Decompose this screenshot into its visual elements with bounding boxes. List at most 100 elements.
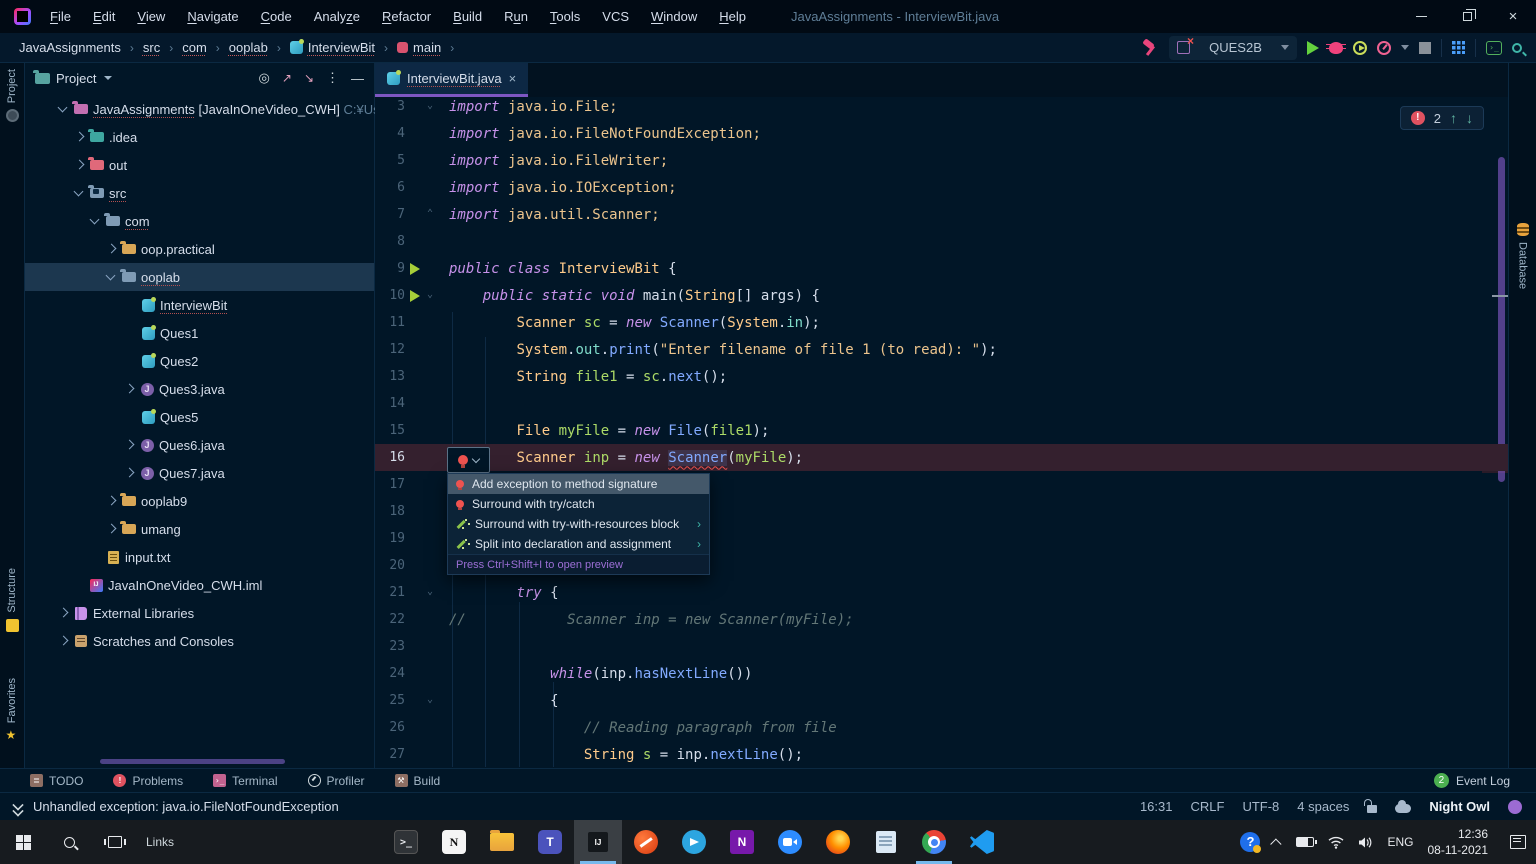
- tray-expand-chevron-icon[interactable]: [1271, 838, 1282, 849]
- chevron-collapsed-icon[interactable]: [122, 382, 136, 396]
- chevron-collapsed-icon[interactable]: [122, 438, 136, 452]
- menu-item-view[interactable]: View: [128, 6, 174, 27]
- menu-item-help[interactable]: Help: [710, 6, 755, 27]
- tool-stripe-structure[interactable]: Structure: [0, 568, 24, 632]
- tree-item-input-txt[interactable]: input.txt: [25, 543, 374, 571]
- code-line-4[interactable]: 4import java.io.FileNotFoundException;: [375, 120, 1508, 147]
- run-configuration-select[interactable]: QUES2B: [1169, 36, 1297, 60]
- line-number[interactable]: 4: [375, 126, 405, 141]
- tree-horizontal-scrollbar[interactable]: [100, 759, 285, 764]
- tool-windows-grid-icon[interactable]: [1452, 41, 1465, 54]
- code-line-13[interactable]: 13 String file1 = sc.next();: [375, 363, 1508, 390]
- profiler-chevron-icon[interactable]: [1401, 45, 1409, 50]
- help-tray-icon[interactable]: ?: [1240, 832, 1260, 852]
- intention-bulb-button[interactable]: [447, 447, 490, 473]
- tree-item-external-libraries[interactable]: External Libraries: [25, 599, 374, 627]
- menu-item-refactor[interactable]: Refactor: [373, 6, 440, 27]
- tree-item-oop-practical[interactable]: oop.practical: [25, 235, 374, 263]
- taskbar-app-intellij[interactable]: IJ: [574, 820, 622, 864]
- breadcrumb-item-interviewbit[interactable]: InterviewBit: [287, 38, 378, 57]
- line-number[interactable]: 11: [375, 315, 405, 330]
- hide-panel-icon[interactable]: —: [351, 71, 364, 86]
- intention-item[interactable]: Split into declaration and assignment›: [448, 534, 709, 554]
- close-tab-icon[interactable]: ×: [509, 71, 517, 86]
- line-separator[interactable]: CRLF: [1190, 799, 1224, 814]
- tree-item-src[interactable]: src: [25, 179, 374, 207]
- chevron-collapsed-icon[interactable]: [72, 130, 86, 144]
- minimize-button[interactable]: [1398, 0, 1444, 33]
- tool-window-button-terminal[interactable]: ›_Terminal: [213, 774, 277, 788]
- action-center-icon[interactable]: [1510, 835, 1526, 849]
- menu-item-navigate[interactable]: Navigate: [178, 6, 247, 27]
- code-line-21[interactable]: 21⌄ try {: [375, 579, 1508, 606]
- code-line-10[interactable]: 10⌄ public static void main(String[] arg…: [375, 282, 1508, 309]
- taskbar-app-notion[interactable]: N: [430, 820, 478, 864]
- line-number[interactable]: 3: [375, 99, 405, 114]
- event-log-widget[interactable]: 2 Event Log: [1434, 773, 1510, 788]
- run-line-icon[interactable]: [410, 290, 420, 302]
- line-number[interactable]: 5: [375, 153, 405, 168]
- line-number[interactable]: 13: [375, 369, 405, 384]
- build-hammer-icon[interactable]: [1141, 39, 1159, 57]
- line-number[interactable]: 8: [375, 234, 405, 249]
- tool-stripe-database[interactable]: Database: [1509, 223, 1536, 289]
- links-toolbar[interactable]: Links: [146, 835, 174, 849]
- expand-all-icon[interactable]: ↗︎: [282, 71, 292, 85]
- chevron-expanded-icon[interactable]: [56, 102, 70, 116]
- fold-marker-icon[interactable]: ⌃: [427, 208, 433, 219]
- collapse-all-icon[interactable]: ↘︎: [304, 71, 314, 85]
- inspection-widget[interactable]: ! 2 ↑ ↓: [1400, 106, 1484, 130]
- menu-item-run[interactable]: Run: [495, 6, 537, 27]
- line-number[interactable]: 23: [375, 639, 405, 654]
- intention-item[interactable]: Surround with try/catch: [448, 494, 709, 514]
- chevron-down-icon[interactable]: [104, 76, 112, 80]
- code-editor[interactable]: 3⌄import java.io.File;4import java.io.Fi…: [375, 97, 1508, 768]
- breadcrumb-item-src[interactable]: src: [140, 38, 163, 57]
- tree-item-ques1[interactable]: Ques1: [25, 319, 374, 347]
- stop-button[interactable]: [1419, 42, 1431, 54]
- tree-item-com[interactable]: com: [25, 207, 374, 235]
- code-line-12[interactable]: 12 System.out.print("Enter filename of f…: [375, 336, 1508, 363]
- terminal-toolbar-icon[interactable]: ›_: [1486, 41, 1502, 55]
- line-number[interactable]: 20: [375, 558, 405, 573]
- taskbar-app-teams[interactable]: T: [526, 820, 574, 864]
- search-everywhere-icon[interactable]: [1512, 43, 1522, 53]
- debug-button[interactable]: [1329, 42, 1343, 54]
- wifi-icon[interactable]: [1328, 836, 1344, 849]
- tree-item-ques7-java[interactable]: JQues7.java: [25, 459, 374, 487]
- line-number[interactable]: 24: [375, 666, 405, 681]
- locate-file-icon[interactable]: ◎: [259, 70, 270, 86]
- editor-tab[interactable]: InterviewBit.java ×: [375, 63, 528, 97]
- fold-marker-icon[interactable]: ⌄: [427, 694, 433, 705]
- run-button[interactable]: [1307, 41, 1319, 55]
- fold-marker-icon[interactable]: ⌄: [427, 289, 433, 300]
- tool-window-button-build[interactable]: ⚒︎Build: [395, 774, 441, 788]
- intention-item[interactable]: Surround with try-with-resources block›: [448, 514, 709, 534]
- chevron-collapsed-icon[interactable]: [72, 158, 86, 172]
- code-line-26[interactable]: 26 // Reading paragraph from file: [375, 714, 1508, 741]
- start-button[interactable]: [0, 820, 46, 864]
- tree-item-out[interactable]: out: [25, 151, 374, 179]
- coverage-button[interactable]: [1353, 41, 1367, 55]
- menu-item-file[interactable]: File: [41, 6, 80, 27]
- menu-item-edit[interactable]: Edit: [84, 6, 124, 27]
- line-number[interactable]: 27: [375, 747, 405, 762]
- tree-item-ques5[interactable]: Ques5: [25, 403, 374, 431]
- options-icon[interactable]: ⋮: [326, 70, 339, 86]
- taskbar-app-firefox[interactable]: [814, 820, 862, 864]
- line-number[interactable]: 25: [375, 693, 405, 708]
- theme-color-dot[interactable]: [1508, 800, 1522, 814]
- tree-item--idea[interactable]: .idea: [25, 123, 374, 151]
- fold-marker-icon[interactable]: ⌄: [427, 586, 433, 597]
- line-number[interactable]: 19: [375, 531, 405, 546]
- menu-item-analyze[interactable]: Analyze: [305, 6, 369, 27]
- line-number[interactable]: 17: [375, 477, 405, 492]
- chevron-collapsed-icon[interactable]: [56, 634, 70, 648]
- code-line-6[interactable]: 6import java.io.IOException;: [375, 174, 1508, 201]
- code-line-3[interactable]: 3⌄import java.io.File;: [375, 97, 1508, 120]
- taskbar-app-terminal[interactable]: >_: [382, 820, 430, 864]
- chevron-collapsed-icon[interactable]: [122, 466, 136, 480]
- theme-name[interactable]: Night Owl: [1429, 799, 1490, 814]
- line-number[interactable]: 15: [375, 423, 405, 438]
- code-line-14[interactable]: 14: [375, 390, 1508, 417]
